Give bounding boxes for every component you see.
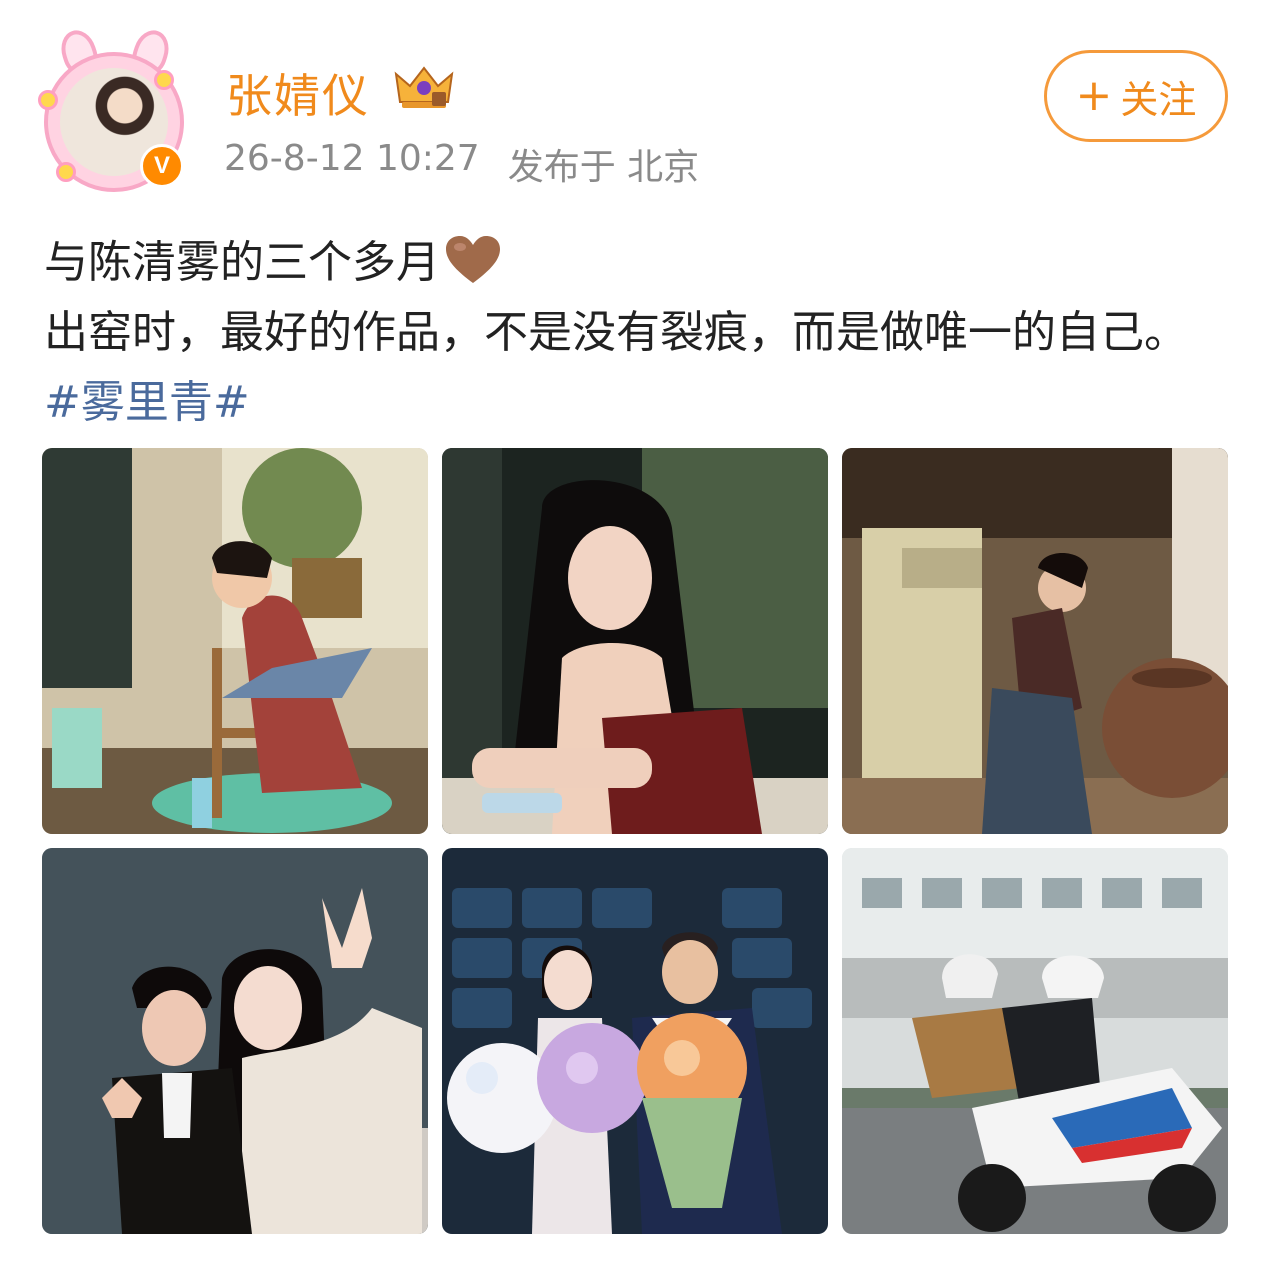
- flower-icon: [38, 90, 58, 110]
- hashtag-link[interactable]: #雾里青#: [44, 377, 250, 428]
- post-text-line2: 出窑时，最好的作品，不是没有裂痕，而是做唯一的自己。: [44, 307, 1188, 358]
- photo-clay-pot[interactable]: [842, 448, 1228, 834]
- timestamp: 26-8-12 10:27: [224, 138, 480, 179]
- plus-icon: +: [1075, 70, 1113, 121]
- flower-icon: [56, 162, 76, 182]
- flower-icon: [154, 70, 174, 90]
- brown-heart-icon: [446, 236, 500, 283]
- photo-pottery-studio[interactable]: [42, 448, 428, 834]
- follow-button[interactable]: + 关注: [1044, 50, 1228, 142]
- crown-icon: [394, 66, 454, 108]
- verified-v-icon: V: [140, 144, 184, 188]
- avatar[interactable]: V: [36, 25, 192, 194]
- photo-grid: [42, 448, 1228, 1234]
- location: 发布于 北京: [507, 147, 700, 188]
- photo-motorcycle-track[interactable]: [842, 848, 1228, 1234]
- post-header: V 张婧仪 26-8-12 10:27 发布于 北京 + 关注: [0, 0, 1272, 210]
- username[interactable]: 张婧仪: [226, 60, 370, 126]
- post-text: 与陈清雾的三个多月 出窑时，最好的作品，不是没有裂痕，而是做唯一的自己。 #雾里青…: [44, 228, 1224, 438]
- photo-flowers-cinema[interactable]: [442, 848, 828, 1234]
- post-text-body: 出窑时，最好的作品，不是没有裂痕，而是做唯一的自己。 #雾里青#: [44, 298, 1224, 438]
- post-meta: 26-8-12 10:27 发布于 北京: [224, 138, 699, 190]
- follow-label: 关注: [1120, 77, 1197, 122]
- post-text-title: 与陈清雾的三个多月: [44, 237, 440, 288]
- photo-peace-sign-duo[interactable]: [42, 848, 428, 1234]
- post-text-line1: 与陈清雾的三个多月: [44, 228, 1224, 298]
- photo-window-portrait[interactable]: [442, 448, 828, 834]
